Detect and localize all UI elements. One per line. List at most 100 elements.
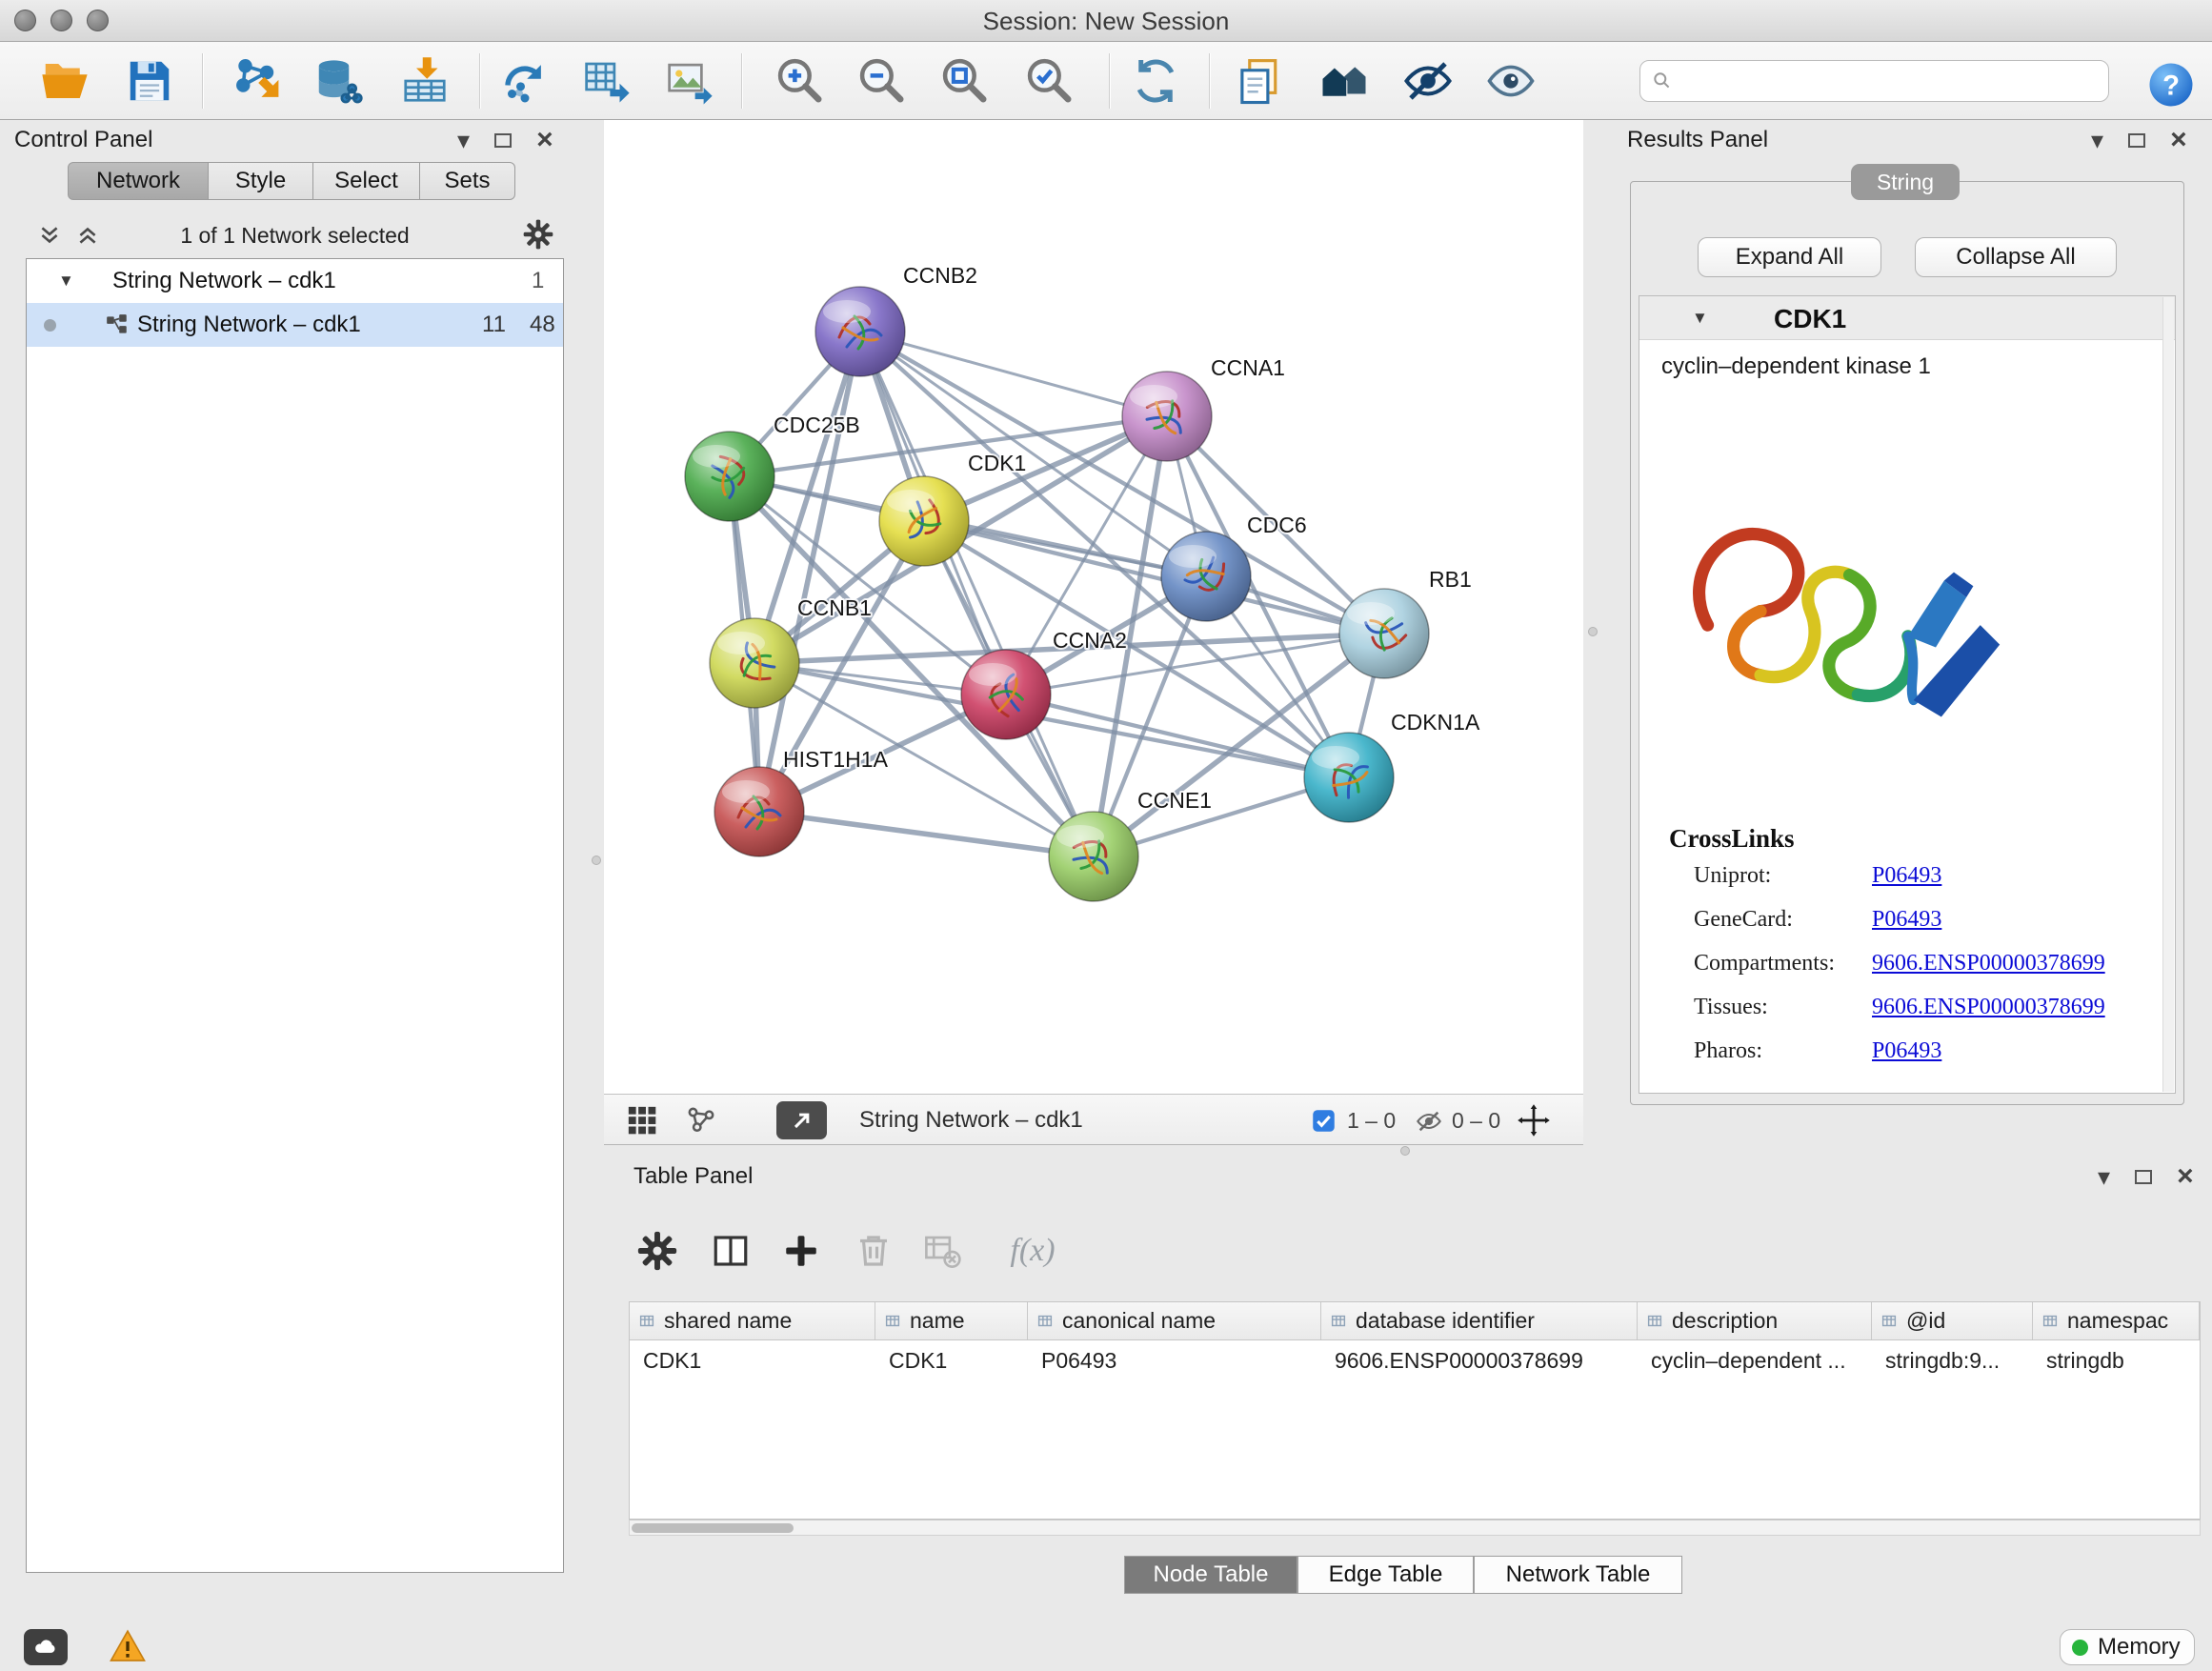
crosslink-label: Tissues: <box>1694 995 1768 1020</box>
pan-crosshair-icon[interactable] <box>1517 1103 1551 1137</box>
panel-collapse-icon[interactable]: ▾ <box>2098 1164 2110 1189</box>
expand-all-button[interactable]: Expand All <box>1698 237 1881 277</box>
crosslink-value-link[interactable]: 9606.ENSP00000378699 <box>1872 995 2105 1020</box>
panel-close-icon[interactable]: × <box>536 126 553 154</box>
tab-style[interactable]: Style <box>209 162 313 200</box>
network-options-gear-icon[interactable] <box>523 219 553 250</box>
network-node-ccna1[interactable] <box>1122 372 1212 461</box>
apply-layout-button[interactable] <box>1126 51 1185 111</box>
crosslink-value-link[interactable]: P06493 <box>1872 907 1941 933</box>
refresh-icon <box>1130 55 1181 107</box>
column-header-description[interactable]: description <box>1638 1302 1872 1339</box>
create-column-button[interactable] <box>779 1229 823 1273</box>
network-node-hist1h1a[interactable] <box>714 767 804 856</box>
memory-button[interactable]: Memory <box>2060 1629 2195 1665</box>
network-edge[interactable] <box>759 332 860 812</box>
help-button[interactable]: ? <box>2142 55 2201 114</box>
import-network-file-button[interactable] <box>229 51 288 111</box>
network-node-ccnb1[interactable] <box>710 618 799 708</box>
column-header-shared-name[interactable]: shared name <box>630 1302 875 1339</box>
table-row[interactable]: CDK1CDK1P064939606.ENSP00000378699cyclin… <box>630 1340 2200 1380</box>
network-row[interactable]: String Network – cdk1 11 48 <box>27 303 563 347</box>
open-session-button[interactable] <box>35 51 94 111</box>
image-export-icon <box>664 55 715 107</box>
column-header-canonical-name[interactable]: canonical name <box>1028 1302 1321 1339</box>
gene-section-header[interactable]: ▼ CDK1 <box>1639 296 2175 340</box>
protein-structure-image <box>1666 492 2033 770</box>
network-node-ccna2[interactable] <box>961 650 1051 739</box>
zoom-out-button[interactable] <box>853 51 912 111</box>
network-node-ccnb2[interactable] <box>815 287 905 376</box>
cloud-services-button[interactable] <box>24 1629 68 1665</box>
birdseye-view-icon[interactable] <box>685 1104 717 1137</box>
scrollbar-thumb[interactable] <box>632 1523 794 1533</box>
network-node-rb1[interactable] <box>1339 589 1429 678</box>
crosslink-value-link[interactable]: P06493 <box>1872 863 1941 889</box>
panel-float-icon[interactable] <box>2128 133 2145 148</box>
table-horizontal-scrollbar[interactable] <box>629 1520 2201 1536</box>
column-header-name[interactable]: name <box>875 1302 1028 1339</box>
columns-icon <box>711 1231 751 1271</box>
export-image-button[interactable] <box>660 51 719 111</box>
tab-select[interactable]: Select <box>313 162 420 200</box>
network-node-ccne1[interactable] <box>1049 812 1138 901</box>
left-splitter-handle[interactable] <box>592 856 601 865</box>
network-edge[interactable] <box>759 812 1094 856</box>
tab-sets[interactable]: Sets <box>420 162 515 200</box>
collection-disclosure-icon[interactable]: ▼ <box>58 272 74 291</box>
tab-network-table[interactable]: Network Table <box>1474 1556 1682 1594</box>
panel-collapse-icon[interactable]: ▾ <box>2091 128 2103 152</box>
network-view[interactable]: CCNB2CCNA1CDC25BCDK1CDC6RB1CCNB1CCNA2CDK… <box>604 120 1583 1094</box>
column-header-database-identifier[interactable]: database identifier <box>1321 1302 1638 1339</box>
network-edge[interactable] <box>860 332 1094 856</box>
hide-selected-button[interactable] <box>1398 51 1458 111</box>
results-scrollbar[interactable] <box>2162 297 2174 1092</box>
zoom-fit-button[interactable] <box>935 51 995 111</box>
hidden-eye-icon[interactable] <box>1416 1108 1442 1135</box>
delete-column-button[interactable] <box>852 1229 895 1273</box>
table-options-button[interactable] <box>635 1229 679 1273</box>
new-network-from-selection-button[interactable] <box>495 51 554 111</box>
column-header-namespac[interactable]: namespac <box>2033 1302 2200 1339</box>
panel-collapse-icon[interactable]: ▾ <box>457 128 470 152</box>
bottom-splitter-handle[interactable] <box>1400 1146 1410 1156</box>
panel-float-icon[interactable] <box>494 133 512 148</box>
warnings-button[interactable] <box>108 1627 148 1670</box>
tab-network[interactable]: Network <box>68 162 209 200</box>
network-node-cdc25b[interactable] <box>685 432 774 521</box>
zoom-out-icon <box>856 55 908 107</box>
search-field[interactable] <box>1639 60 2109 102</box>
show-all-button[interactable] <box>1481 51 1540 111</box>
network-collection-row[interactable]: ▼ String Network – cdk1 1 <box>27 259 563 303</box>
collapse-all-button[interactable]: Collapse All <box>1915 237 2117 277</box>
column-header--id[interactable]: @id <box>1872 1302 2033 1339</box>
search-input[interactable] <box>1673 64 2108 98</box>
zoom-in-button[interactable] <box>771 51 830 111</box>
crosslink-value-link[interactable]: P06493 <box>1872 1038 1941 1064</box>
zoom-selected-button[interactable] <box>1020 51 1079 111</box>
tab-node-table[interactable]: Node Table <box>1124 1556 1297 1594</box>
results-tab-string[interactable]: String <box>1851 164 1960 200</box>
show-columns-button[interactable] <box>709 1229 753 1273</box>
panel-float-icon[interactable] <box>2135 1170 2152 1184</box>
selected-checkbox-icon[interactable] <box>1311 1108 1337 1134</box>
first-neighbors-button[interactable] <box>1315 51 1374 111</box>
network-node-cdc6[interactable] <box>1161 532 1251 621</box>
crosslink-value-link[interactable]: 9606.ENSP00000378699 <box>1872 951 2105 976</box>
detach-view-button[interactable] <box>776 1101 827 1139</box>
network-node-cdk1[interactable] <box>879 476 969 566</box>
copy-annotations-button[interactable] <box>1231 51 1290 111</box>
panel-close-icon[interactable]: × <box>2170 126 2187 154</box>
panel-close-icon[interactable]: × <box>2177 1162 2194 1191</box>
export-table-button[interactable] <box>577 51 636 111</box>
import-table-button[interactable] <box>395 51 454 111</box>
function-builder-button[interactable]: f(x) <box>995 1229 1071 1273</box>
view-grid-icon[interactable] <box>626 1104 658 1137</box>
tab-edge-table[interactable]: Edge Table <box>1297 1556 1474 1594</box>
delete-table-button[interactable] <box>920 1229 964 1273</box>
import-network-database-button[interactable] <box>309 51 368 111</box>
network-node-cdkn1a[interactable] <box>1304 733 1394 822</box>
save-session-button[interactable] <box>120 51 179 111</box>
gene-disclosure-icon[interactable]: ▼ <box>1692 309 1708 328</box>
right-splitter-handle[interactable] <box>1588 627 1598 636</box>
